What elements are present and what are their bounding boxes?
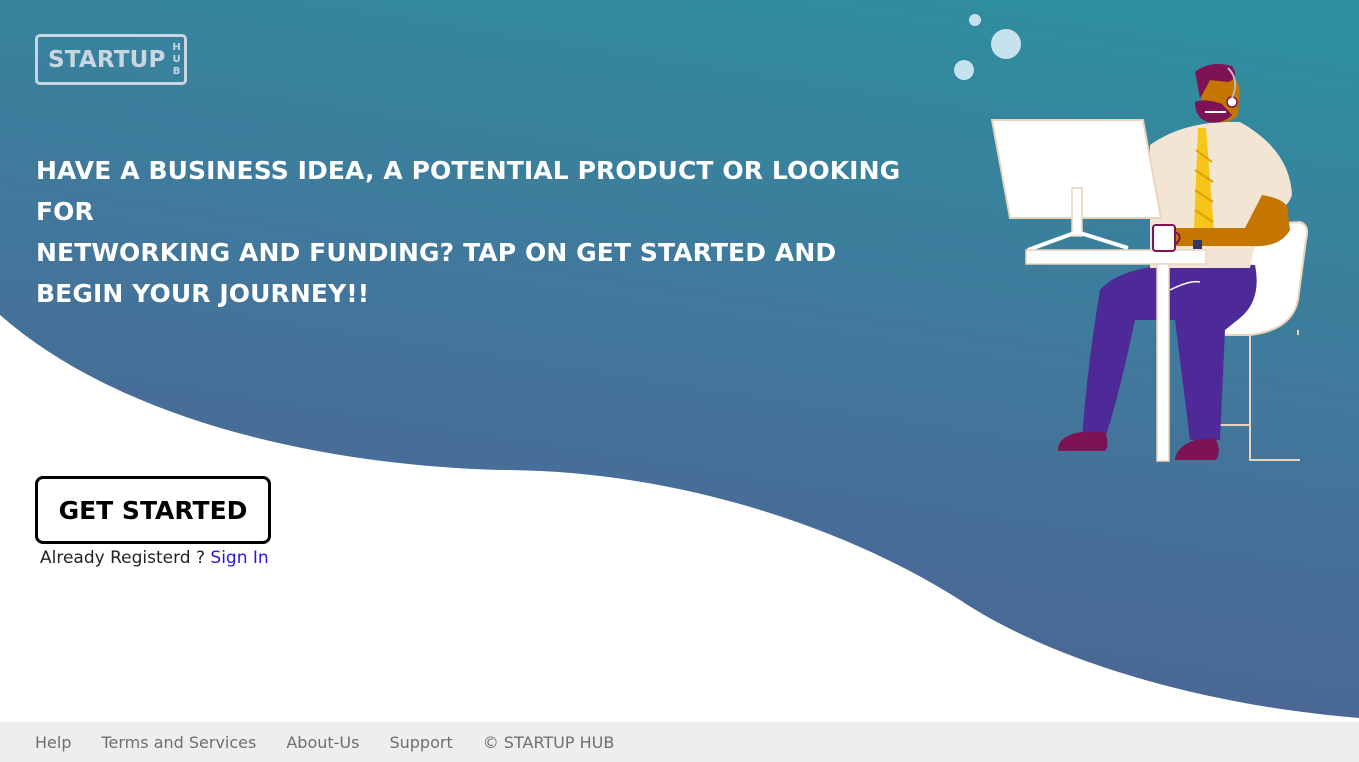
footer-link-about[interactable]: About-Us [286,733,359,752]
footer-link-support[interactable]: Support [389,733,452,752]
footer-link-terms[interactable]: Terms and Services [101,733,256,752]
footer: Help Terms and Services About-Us Support… [0,722,1359,762]
hero-headline: HAVE A BUSINESS IDEA, A POTENTIAL PRODUC… [36,150,936,314]
hero-headline-line-3: BEGIN YOUR JOURNEY!! [36,279,370,308]
sign-in-prompt: Already Registerd ? Sign In [40,548,269,568]
get-started-button[interactable]: GET STARTED [35,476,271,544]
brand-logo-sub: HUB [172,41,181,77]
hero-headline-line-1: HAVE A BUSINESS IDEA, A POTENTIAL PRODUC… [36,156,901,226]
brand-logo-main: STARTUP [48,46,166,73]
brand-logo[interactable]: STARTUP HUB [35,34,187,85]
businessman-at-computer-illustration [954,14,1309,462]
footer-link-help[interactable]: Help [35,733,71,752]
sign-in-link[interactable]: Sign In [210,548,268,568]
already-registered-text: Already Registerd ? [40,548,211,568]
hero-headline-line-2: NETWORKING AND FUNDING? TAP ON GET START… [36,238,837,267]
footer-copyright: © STARTUP HUB [482,732,615,752]
